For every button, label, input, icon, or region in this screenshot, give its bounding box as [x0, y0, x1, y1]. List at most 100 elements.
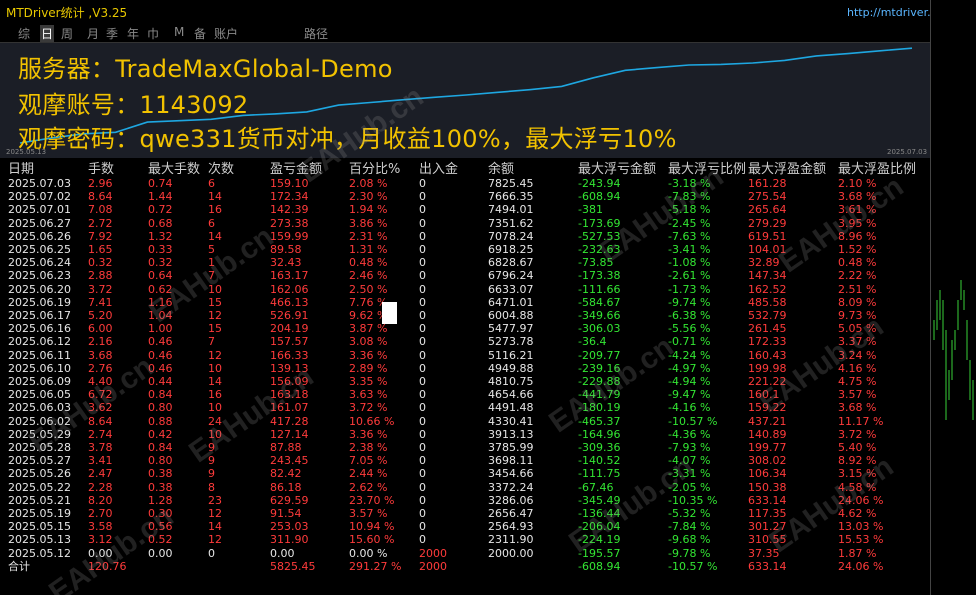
- table-row[interactable]: 2025.05.26 2.47 0.38 9 82.42 2.44 % 0 3454.66 -1…: [0, 467, 930, 480]
- table-cell: 8.09 %: [838, 295, 877, 309]
- table-cell: 243.45: [270, 454, 309, 468]
- table-row[interactable]: 2025.06.11 3.68 0.46 12 166.33 3.36 % 0 5116.21…: [0, 349, 930, 362]
- table-row[interactable]: 2025.06.24 0.32 0.32 1 32.43 0.48 % 0 6828.67 -7…: [0, 256, 930, 269]
- table-cell: 0: [419, 375, 426, 388]
- table-cell: 150.38: [748, 480, 787, 494]
- column-header[interactable]: 百分比%: [349, 158, 400, 177]
- table-cell: 2.10 %: [838, 177, 877, 190]
- table-row[interactable]: 2025.05.29 2.74 0.42 10 127.14 3.36 % 0 3913.13…: [0, 428, 930, 441]
- tab-6[interactable]: 巾: [147, 25, 159, 42]
- table-cell: 7078.24: [488, 229, 534, 243]
- column-header[interactable]: 最大浮亏比例: [668, 158, 746, 177]
- tab-9[interactable]: 账户: [214, 25, 238, 42]
- column-header[interactable]: 最大手数: [148, 158, 200, 177]
- table-row[interactable]: 2025.06.05 6.72 0.84 16 163.18 3.63 % 0 4654.66…: [0, 388, 930, 401]
- table-row[interactable]: 2025.06.09 4.40 0.44 14 156.09 3.35 % 0 4810.75…: [0, 375, 930, 388]
- table-cell: 2025.05.26: [8, 467, 71, 481]
- table-row[interactable]: 2025.06.23 2.88 0.64 7 163.17 2.46 % 0 6796.24 -…: [0, 269, 930, 282]
- table-cell: 2.96: [88, 177, 113, 190]
- tab-7[interactable]: M: [174, 25, 184, 39]
- table-row[interactable]: 2025.05.22 2.28 0.38 8 86.18 2.62 % 0 3372.24 -6…: [0, 481, 930, 494]
- tab-4[interactable]: 季: [106, 25, 118, 42]
- table-cell: 0: [419, 243, 426, 256]
- column-header[interactable]: 日期: [8, 158, 34, 177]
- table-cell: 120.76: [88, 559, 127, 573]
- table-cell: 0: [419, 533, 426, 547]
- table-row[interactable]: 2025.05.28 3.78 0.84 9 87.88 2.38 % 0 3785.99 -3…: [0, 441, 930, 454]
- table-cell: 221.22: [748, 375, 787, 388]
- table-cell: -1.73 %: [668, 282, 711, 296]
- table-cell: -4.97 %: [668, 361, 711, 375]
- column-header[interactable]: 余额: [488, 158, 514, 177]
- table-row[interactable]: 2025.06.19 7.41 1.16 15 466.13 7.76 % 0 6471.01…: [0, 296, 930, 309]
- table-cell: 2025.06.24: [8, 256, 71, 270]
- table-cell: 157.57: [270, 335, 309, 349]
- table-cell: 7666.35: [488, 190, 534, 204]
- table-row[interactable]: 2025.06.27 2.72 0.68 6 273.38 3.86 % 0 7351.62 -…: [0, 217, 930, 230]
- table-row[interactable]: 2025.06.02 8.64 0.88 24 417.28 10.66 % 0 4330.4…: [0, 415, 930, 428]
- table-row[interactable]: 2025.05.19 2.70 0.30 12 91.54 3.57 % 0 2656.47 -…: [0, 507, 930, 520]
- table-cell: 3.68 %: [838, 401, 877, 415]
- table-cell: 3.37 %: [838, 335, 877, 349]
- table-cell: 161.28: [748, 177, 787, 190]
- table-cell: 0: [419, 190, 426, 204]
- column-header[interactable]: 最大浮盈比例: [838, 158, 916, 177]
- table-cell: 0.52: [148, 533, 173, 547]
- table-cell: 32.89: [748, 256, 780, 270]
- total-row[interactable]: 合计 120.76 5825.45 291.27 % 2000 -608.94 -10.57…: [0, 560, 930, 573]
- table-cell: 2000: [419, 546, 447, 560]
- tab-8[interactable]: 备: [194, 25, 206, 42]
- table-row[interactable]: 2025.06.25 1.65 0.33 5 89.58 1.31 % 0 6918.25 -2…: [0, 243, 930, 256]
- table-cell: 0.32: [88, 256, 113, 270]
- table-cell: 0.68: [148, 216, 173, 230]
- table-cell: -10.57 %: [668, 414, 718, 428]
- table-row[interactable]: 2025.07.03 2.96 0.74 6 159.10 2.08 % 0 7825.45 -…: [0, 177, 930, 190]
- table-row[interactable]: 2025.06.10 2.76 0.46 10 139.13 2.89 % 0 4949.88…: [0, 362, 930, 375]
- table-cell: 199.77: [748, 441, 787, 454]
- table-row[interactable]: 2025.06.16 6.00 1.00 15 204.19 3.87 % 0 5477.97…: [0, 322, 930, 335]
- table-cell: 0.00: [88, 546, 113, 560]
- table-row[interactable]: 2025.06.20 3.72 0.62 10 162.06 2.50 % 0 6633.07…: [0, 283, 930, 296]
- table-row[interactable]: 2025.05.21 8.20 1.28 23 629.59 23.70 % 0 3286.0…: [0, 494, 930, 507]
- table-row[interactable]: 2025.05.13 3.12 0.52 12 311.90 15.60 % 0 2311.9…: [0, 533, 930, 546]
- tab-0[interactable]: 综: [18, 25, 30, 42]
- table-cell: 合计: [8, 559, 30, 573]
- table-cell: 6918.25: [488, 243, 534, 256]
- tab-1[interactable]: 日: [40, 25, 55, 42]
- table-cell: 6796.24: [488, 269, 534, 283]
- table-cell: 10.66 %: [349, 414, 395, 428]
- table-row[interactable]: 2025.06.03 3.62 0.80 10 161.07 3.72 % 0 4491.48…: [0, 401, 930, 414]
- table-row[interactable]: 2025.05.27 3.41 0.80 9 243.45 7.05 % 0 3698.11 -…: [0, 454, 930, 467]
- table-cell: 0.30: [148, 507, 173, 520]
- table-cell: 3.62: [88, 401, 113, 415]
- table-cell: 3.72 %: [349, 401, 388, 415]
- table-cell: 0: [419, 427, 426, 441]
- column-header[interactable]: 最大浮盈金额: [748, 158, 826, 177]
- column-header[interactable]: 次数: [208, 158, 234, 177]
- table-row[interactable]: 2025.06.26 7.92 1.32 14 159.99 2.31 % 0 7078.24…: [0, 230, 930, 243]
- table-row[interactable]: 2025.06.12 2.16 0.46 7 157.57 3.08 % 0 5273.78 -…: [0, 335, 930, 348]
- column-header[interactable]: 手数: [88, 158, 114, 177]
- table-cell: 2564.93: [488, 520, 534, 534]
- table-cell: 0: [419, 467, 426, 481]
- tab-3[interactable]: 月: [87, 25, 99, 42]
- table-row[interactable]: 2025.05.15 3.58 0.56 14 253.03 10.94 % 0 2564.9…: [0, 520, 930, 533]
- column-header[interactable]: 盈亏金额: [270, 158, 322, 177]
- tab-11[interactable]: 路径: [304, 25, 328, 42]
- table-cell: -7.93 %: [668, 441, 711, 454]
- table-cell: -5.18 %: [668, 203, 711, 217]
- table-cell: -9.47 %: [668, 388, 711, 402]
- table-cell: 3.35 %: [349, 375, 388, 388]
- tab-2[interactable]: 周: [61, 25, 73, 42]
- table-cell: -4.36 %: [668, 427, 711, 441]
- column-header[interactable]: 出入金: [419, 158, 458, 177]
- table-row[interactable]: 2025.05.12 0.00 0.00 0 0.00 0.00 % 2000 2000.00…: [0, 547, 930, 560]
- column-header[interactable]: 最大浮亏金额: [578, 158, 656, 177]
- table-row[interactable]: 2025.06.17 5.20 1.04 12 526.91 9.62 % 0 6004.88…: [0, 309, 930, 322]
- table-cell: 2025.05.19: [8, 507, 71, 520]
- table-cell: -5.56 %: [668, 322, 711, 336]
- table-cell: 13.03 %: [838, 520, 884, 534]
- tab-5[interactable]: 年: [127, 25, 139, 42]
- table-row[interactable]: 2025.07.01 7.08 0.72 16 142.39 1.94 % 0 7494.01…: [0, 203, 930, 216]
- table-row[interactable]: 2025.07.02 8.64 1.44 14 172.34 2.30 % 0 7666.35…: [0, 190, 930, 203]
